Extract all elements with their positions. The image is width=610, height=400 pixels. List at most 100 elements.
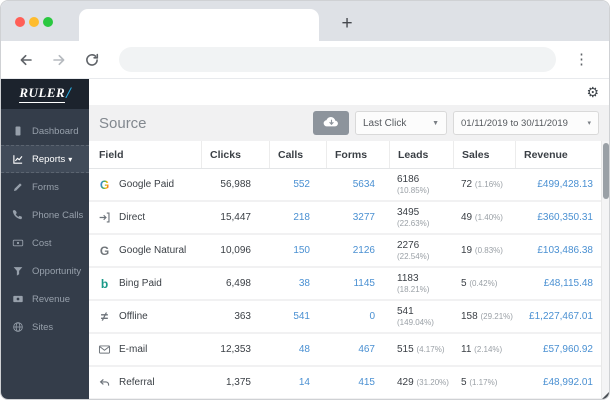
sidebar-item-forms[interactable]: Forms xyxy=(1,173,89,201)
chevron-down-icon: ▾ xyxy=(68,154,73,164)
calls-cell[interactable]: 541 xyxy=(269,311,326,322)
leads-cell: 515 (4.17%) xyxy=(397,344,445,355)
column-header-field[interactable]: Field xyxy=(89,141,201,168)
browser-tab[interactable] xyxy=(79,9,319,41)
address-bar[interactable] xyxy=(119,47,556,72)
leads-percent: (18.21%) xyxy=(397,284,430,294)
not-equal-icon: ≠ xyxy=(100,309,109,324)
sidebar-item-dashboard[interactable]: Dashboard xyxy=(1,117,89,145)
sales-percent: (29.21%) xyxy=(480,312,513,321)
ruler-logo[interactable]: RULER / xyxy=(1,79,89,109)
forms-cell[interactable]: 0 xyxy=(326,311,389,322)
date-range-select[interactable]: 01/11/2019 to 30/11/2019 ▾ xyxy=(453,111,599,135)
browser-menu-icon[interactable]: ⋮ xyxy=(570,50,593,69)
clicks-cell: 1,375 xyxy=(225,377,251,388)
chevron-down-icon: ▼ xyxy=(432,119,439,127)
scrollbar-thumb[interactable] xyxy=(603,143,609,199)
revenue-cell[interactable]: £103,486.38 xyxy=(515,245,601,256)
report-table: Field Clicks Calls Forms Leads Sales Revenue G… xyxy=(89,141,609,399)
revenue-cell[interactable]: £48,992.01 xyxy=(515,377,601,388)
field-label: Google Paid xyxy=(119,179,175,190)
logo-text: RULER xyxy=(19,85,66,103)
column-header-forms[interactable]: Forms xyxy=(326,141,389,168)
clicks-cell: 10,096 xyxy=(220,245,251,256)
forms-cell[interactable]: 5634 xyxy=(326,179,389,190)
revenue-cell[interactable]: £360,350.31 xyxy=(515,212,601,223)
field-label: Offline xyxy=(119,311,148,322)
export-button[interactable] xyxy=(313,111,349,135)
column-header-sales[interactable]: Sales xyxy=(453,141,515,168)
sales-percent: (0.83%) xyxy=(474,246,503,255)
forward-icon[interactable] xyxy=(50,51,68,69)
sales-percent: (1.16%) xyxy=(474,180,503,189)
sales-cell: 49 (1.40%) xyxy=(461,212,503,223)
line-chart-icon xyxy=(11,153,24,166)
revenue-cell[interactable]: £499,428.13 xyxy=(515,179,601,190)
field-label: Bing Paid xyxy=(119,278,162,289)
sidebar-item-label: Phone Calls xyxy=(32,209,84,221)
sales-cell: 5 (1.17%) xyxy=(461,377,498,388)
sidebar-item-sites[interactable]: Sites xyxy=(1,313,89,341)
leads-percent: (22.63%) xyxy=(397,218,430,228)
leads-cell: 2276 (22.54%) xyxy=(397,239,430,261)
calls-cell[interactable]: 14 xyxy=(269,377,326,388)
main-content: ⚙ Source Last Click ▼ 01/11/2019 to 30/1… xyxy=(89,79,609,399)
leads-percent: (10.85%) xyxy=(397,185,430,195)
leads-percent: (31.20%) xyxy=(416,378,449,387)
sidebar-item-reports[interactable]: Reports ▾ xyxy=(1,145,89,173)
sidebar-item-cost[interactable]: Cost xyxy=(1,229,89,257)
calls-cell[interactable]: 552 xyxy=(269,179,326,190)
app-topbar: ⚙ xyxy=(89,79,609,105)
table-row-google-paid: G Google Paid 56,988 552 5634 6186 (10.85%) 72… xyxy=(89,169,601,202)
new-tab-button[interactable]: + xyxy=(333,11,361,37)
table-body: G Google Paid 56,988 552 5634 6186 (10.85%) 72… xyxy=(89,169,601,399)
sidebar-item-revenue[interactable]: Revenue xyxy=(1,285,89,313)
forms-cell[interactable]: 1145 xyxy=(326,278,389,289)
clicks-cell: 363 xyxy=(234,311,251,322)
sidebar-nav: Dashboard Reports ▾ Forms Phone Calls Cost Opp… xyxy=(1,109,89,341)
sidebar-item-label: Reports xyxy=(32,153,66,165)
calls-cell[interactable]: 48 xyxy=(269,344,326,355)
calls-cell[interactable]: 38 xyxy=(269,278,326,289)
attribution-model-select[interactable]: Last Click ▼ xyxy=(355,111,447,135)
dashboard-icon xyxy=(11,125,24,138)
sidebar-item-phone-calls[interactable]: Phone Calls xyxy=(1,201,89,229)
cloud-download-icon xyxy=(322,115,341,131)
forms-cell[interactable]: 415 xyxy=(326,377,389,388)
column-header-revenue[interactable]: Revenue xyxy=(515,141,601,168)
table-row-google-natural: G Google Natural 10,096 150 2126 2276 (22.54%… xyxy=(89,235,601,268)
vertical-scrollbar[interactable] xyxy=(601,141,609,399)
calls-cell[interactable]: 218 xyxy=(269,212,326,223)
revenue-cell[interactable]: £48,115.48 xyxy=(515,278,601,289)
back-icon[interactable] xyxy=(17,51,35,69)
field-label: E-mail xyxy=(119,344,148,355)
column-header-leads[interactable]: Leads xyxy=(389,141,453,168)
google-gray-icon: G xyxy=(99,243,110,258)
reload-icon[interactable] xyxy=(83,51,101,69)
minimize-window-button[interactable] xyxy=(29,17,39,27)
close-window-button[interactable] xyxy=(15,17,25,27)
forms-cell[interactable]: 467 xyxy=(326,344,389,355)
forms-cell[interactable]: 3277 xyxy=(326,212,389,223)
browser-tab-bar: + xyxy=(1,1,609,41)
sidebar-item-label: Dashboard xyxy=(32,125,79,137)
sidebar-item-label: Cost xyxy=(32,237,52,249)
sales-cell: 5 (0.42%) xyxy=(461,278,498,289)
gear-icon[interactable]: ⚙ xyxy=(586,85,599,99)
revenue-cell[interactable]: £57,960.92 xyxy=(515,344,601,355)
calls-cell[interactable]: 150 xyxy=(269,245,326,256)
column-header-clicks[interactable]: Clicks xyxy=(201,141,269,168)
sales-cell: 158 (29.21%) xyxy=(461,311,513,322)
maximize-window-button[interactable] xyxy=(43,17,53,27)
clicks-cell: 6,498 xyxy=(225,278,251,289)
sidebar-item-opportunity[interactable]: Opportunity xyxy=(1,257,89,285)
field-cell: b Bing Paid xyxy=(89,278,201,290)
forms-cell[interactable]: 2126 xyxy=(326,245,389,256)
sales-percent: (1.17%) xyxy=(469,378,498,387)
column-header-calls[interactable]: Calls xyxy=(269,141,326,168)
window-controls xyxy=(15,17,53,27)
sales-cell: 11 (2.14%) xyxy=(461,344,503,355)
date-range-value: 01/11/2019 to 30/11/2019 xyxy=(461,117,568,129)
revenue-cell[interactable]: £1,227,467.01 xyxy=(515,311,601,322)
table-row-bing-paid: b Bing Paid 6,498 38 1145 1183 (18.21%) 5 (0.4… xyxy=(89,268,601,301)
